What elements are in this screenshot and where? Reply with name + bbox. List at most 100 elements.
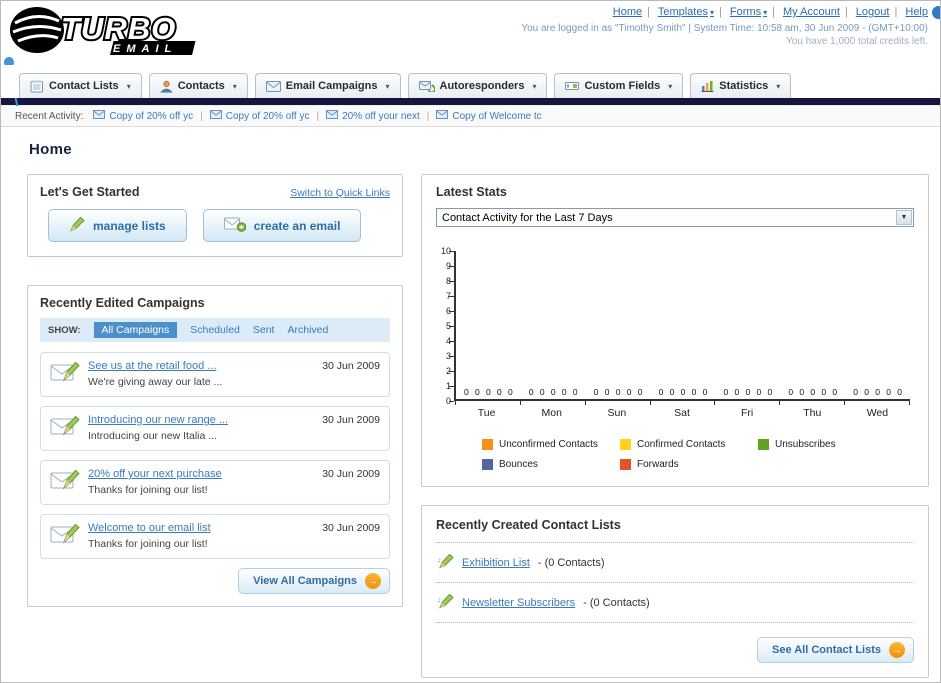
bar: 0 (734, 387, 740, 398)
bar-group: 00000 (651, 386, 716, 398)
x-tick-mark (909, 401, 910, 405)
recent-activity-item[interactable]: Copy of 20% off yc (209, 110, 309, 122)
filter-sent[interactable]: Sent (253, 324, 275, 336)
bar-value-label: 0 (637, 386, 643, 397)
campaign-date: 30 Jun 2009 (322, 522, 380, 534)
recent-activity-item[interactable]: Copy of Welcome tc (436, 110, 542, 122)
tab-statistics[interactable]: Statistics ▾ (690, 73, 792, 98)
nav-divider-bar (1, 98, 940, 105)
bar-value-label: 0 (561, 386, 567, 397)
email-campaigns-icon (265, 80, 281, 92)
logo-title: TURBO (61, 11, 176, 46)
campaign-title-link[interactable]: Welcome to our email list (88, 522, 314, 534)
bar-value-label: 0 (486, 386, 491, 397)
x-tick-mark (844, 401, 846, 405)
tab-email-campaigns[interactable]: Email Campaigns ▾ (254, 73, 401, 98)
tab-autoresponders[interactable]: Autoresponders ▾ (407, 73, 548, 98)
nav-my-account-link[interactable]: My Account (783, 6, 840, 18)
bar: 0 (821, 387, 827, 398)
x-tick-mark (649, 401, 651, 405)
bar: 0 (561, 386, 567, 398)
nav-separator: | (718, 6, 722, 18)
x-tick-label: Wed (866, 407, 889, 419)
view-all-campaigns-button[interactable]: View All Campaigns → (238, 568, 390, 594)
chart-plot: 00000000000000000000000000000000000 (449, 251, 910, 405)
switch-quick-links-link[interactable]: Switch to Quick Links (290, 187, 390, 199)
campaign-subtitle: Introducing our new Italia ... (88, 430, 217, 442)
bar-value-label: 0 (669, 386, 675, 397)
bar-value-label: 0 (788, 386, 794, 397)
activity-separator: | (316, 110, 320, 122)
tab-custom-fields[interactable]: Custom Fields ▾ (554, 73, 684, 98)
chevron-down-icon: ▾ (709, 8, 714, 17)
recent-activity-item[interactable]: Copy of 20% off yc (93, 110, 193, 122)
see-all-contact-lists-button[interactable]: See All Contact Lists → (756, 637, 914, 663)
bar: 0 (756, 387, 762, 398)
tab-label: Contact Lists (49, 80, 119, 92)
bar-value-label: 0 (658, 386, 664, 397)
campaign-title-link[interactable]: See us at the retail food ... (88, 360, 314, 372)
contact-list-row[interactable]: Exhibition List - (0 Contacts) (436, 543, 914, 583)
campaign-row[interactable]: Welcome to our email list Thanks for joi… (40, 514, 390, 559)
bar: 0 (528, 387, 534, 398)
campaign-row[interactable]: See us at the retail food ... We're givi… (40, 352, 390, 397)
recent-activity-label: Recent Activity: (15, 110, 84, 122)
bar-value-label: 0 (464, 386, 469, 397)
filter-archived[interactable]: Archived (287, 324, 328, 336)
bar-value-label: 0 (572, 386, 578, 397)
contact-lists-title: Recently Created Contact Lists (436, 518, 621, 532)
legend-swatch (482, 439, 493, 450)
contact-list-count: - (0 Contacts) (537, 556, 605, 569)
nav-templates-label: Templates (657, 6, 708, 18)
x-tick-mark (714, 401, 716, 405)
tab-contact-lists[interactable]: Contact Lists ▾ (19, 73, 142, 98)
legend-item: Unsubscribes (758, 439, 896, 450)
manage-lists-button[interactable]: manage lists (48, 209, 187, 242)
bar: 0 (875, 387, 881, 398)
tab-label: Autoresponders (439, 80, 525, 92)
filter-scheduled[interactable]: Scheduled (190, 324, 240, 336)
tab-label: Contacts (177, 80, 225, 92)
bar: 0 (550, 387, 556, 398)
bar-value-label: 0 (680, 386, 686, 397)
bar-value-label: 0 (604, 386, 610, 397)
tab-contacts[interactable]: Contacts ▾ (148, 73, 248, 98)
x-tick-mark (455, 401, 456, 405)
campaign-row[interactable]: Introducing our new range ... Introducin… (40, 406, 390, 451)
stats-period-select[interactable]: Contact Activity for the Last 7 Days ▼ (436, 208, 914, 227)
campaigns-title: Recently Edited Campaigns (40, 296, 205, 310)
top-area: Home | Templates ▾ | Forms ▾ | My Account | Lo… (521, 6, 928, 47)
statistics-icon (701, 80, 714, 92)
manage-lists-label: manage lists (93, 218, 166, 233)
campaign-title-link[interactable]: 20% off your next purchase (88, 468, 314, 480)
nav-forms-link[interactable]: Forms ▾ (730, 6, 767, 18)
nav-templates-link[interactable]: Templates ▾ (658, 6, 714, 18)
help-dot-icon[interactable] (932, 6, 940, 19)
nav-separator: | (772, 6, 775, 18)
envelope-icon (326, 110, 339, 122)
recent-activity-item[interactable]: 20% off your next (326, 110, 420, 122)
activity-separator: | (200, 110, 203, 122)
contact-list-row[interactable]: Newsletter Subscribers - (0 Contacts) (436, 583, 914, 623)
nav-home-link[interactable]: Home (613, 6, 642, 18)
recently-created-contact-lists-panel: Recently Created Contact Lists Exhibitio… (421, 505, 929, 678)
create-email-button[interactable]: create an email (202, 209, 362, 242)
nav-help-link[interactable]: Help (905, 6, 928, 18)
contact-list-name-link[interactable]: Newsletter Subscribers (462, 597, 575, 609)
legend-label: Unconfirmed Contacts (499, 439, 598, 450)
nav-logout-link[interactable]: Logout (856, 6, 890, 18)
see-all-contact-lists-label: See All Contact Lists (771, 644, 881, 656)
campaign-row[interactable]: 20% off your next purchase Thanks for jo… (40, 460, 390, 505)
custom-fields-icon (565, 80, 580, 92)
chevron-down-icon: ▾ (763, 8, 768, 17)
y-tick-mark (449, 296, 454, 297)
create-email-label: create an email (253, 218, 341, 233)
contact-list-name-link[interactable]: Exhibition List (462, 557, 530, 569)
get-started-panel: Let's Get Started Switch to Quick Links … (27, 174, 403, 257)
chevron-down-icon: ▾ (776, 81, 781, 91)
dropdown-arrow-icon: ▼ (896, 210, 912, 225)
y-tick-mark (449, 401, 454, 402)
campaign-subtitle: Thanks for joining our list! (88, 484, 208, 496)
filter-all-campaigns[interactable]: All Campaigns (93, 322, 178, 338)
campaign-title-link[interactable]: Introducing our new range ... (88, 414, 314, 426)
